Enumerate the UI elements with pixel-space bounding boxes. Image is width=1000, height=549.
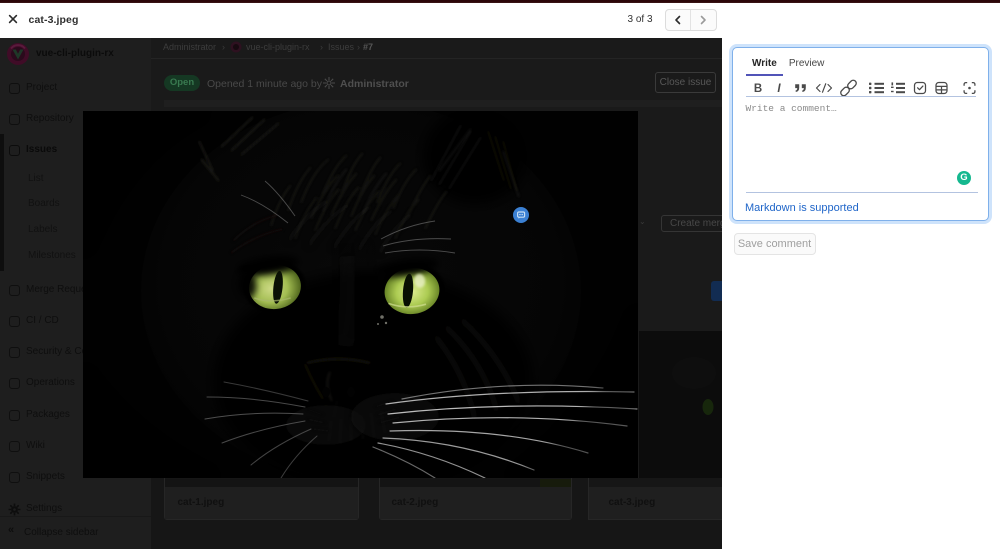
svg-text:B: B xyxy=(754,83,762,95)
svg-text:I: I xyxy=(777,83,781,95)
